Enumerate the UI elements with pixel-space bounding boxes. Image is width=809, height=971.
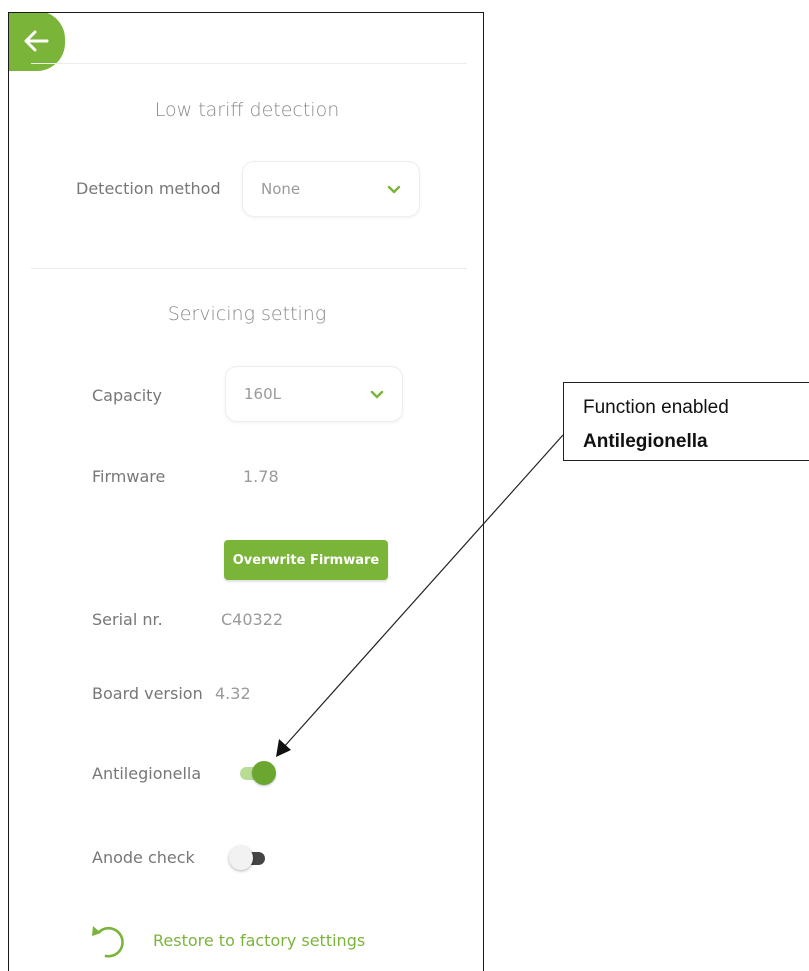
detection-method-label: Detection method (76, 179, 221, 198)
firmware-value: 1.78 (243, 467, 279, 486)
chevron-down-icon (370, 390, 384, 398)
toggle-knob (252, 761, 276, 785)
board-version-label: Board version (92, 684, 203, 703)
board-version-value: 4.32 (215, 684, 251, 703)
callout-line-2: Antilegionella (583, 431, 708, 452)
firmware-label: Firmware (92, 467, 166, 486)
restore-factory-settings-button[interactable]: Restore to factory settings (89, 919, 365, 961)
antilegionella-toggle[interactable] (238, 761, 278, 785)
servicing-title: Servicing setting (167, 303, 327, 325)
divider (31, 268, 467, 269)
restore-label: Restore to factory settings (153, 930, 366, 950)
divider (31, 63, 467, 64)
chevron-down-icon (387, 185, 401, 193)
low-tariff-title: Low tariff detection (154, 99, 340, 121)
undo-icon (92, 926, 124, 958)
callout-line-1: Function enabled (583, 397, 729, 418)
toggle-knob (229, 846, 253, 870)
serial-value: C40322 (221, 610, 284, 629)
overwrite-firmware-button[interactable]: Overwrite Firmware (224, 540, 388, 580)
detection-method-select[interactable]: None (242, 161, 420, 217)
antilegionella-label: Antilegionella (92, 764, 202, 783)
anode-check-toggle[interactable] (229, 846, 269, 870)
cropped-header-text (229, 13, 369, 19)
arrow-left-icon (24, 30, 49, 52)
app-screen: Low tariff detection Detection method No… (8, 12, 484, 971)
capacity-label: Capacity (92, 386, 162, 405)
anode-check-label: Anode check (92, 848, 195, 867)
annotation-callout: Function enabled Antilegionella (563, 382, 809, 461)
serial-label: Serial nr. (92, 610, 163, 629)
capacity-select[interactable]: 160L (225, 366, 403, 422)
detection-method-value: None (261, 180, 301, 198)
capacity-value: 160L (244, 385, 281, 403)
